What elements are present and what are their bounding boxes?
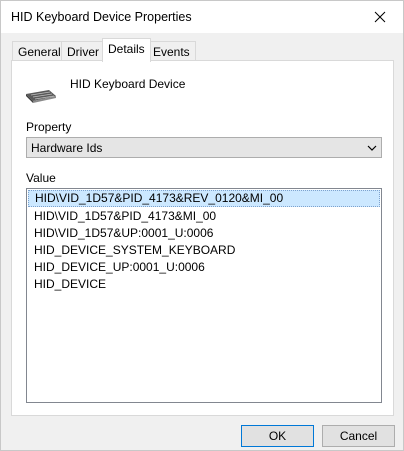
- list-item[interactable]: HID_DEVICE_SYSTEM_KEYBOARD: [28, 242, 380, 259]
- property-selected-value: Hardware Ids: [31, 141, 103, 155]
- tab-details[interactable]: Details: [102, 38, 151, 62]
- tab-events[interactable]: Events: [147, 41, 196, 60]
- close-button[interactable]: [357, 1, 403, 33]
- keyboard-icon: [26, 90, 56, 103]
- details-panel: HID Keyboard Device Property Hardware Id…: [11, 60, 394, 416]
- title-bar: HID Keyboard Device Properties: [1, 1, 403, 33]
- cancel-button[interactable]: Cancel: [322, 425, 395, 447]
- tab-driver[interactable]: Driver: [61, 41, 105, 60]
- list-item[interactable]: HID\VID_1D57&PID_4173&MI_00: [28, 208, 380, 225]
- device-name: HID Keyboard Device: [70, 77, 186, 91]
- list-item[interactable]: HID_DEVICE_UP:0001_U:0006: [28, 259, 380, 276]
- property-dropdown[interactable]: Hardware Ids: [26, 137, 382, 158]
- tab-strip: General Driver Details Events: [1, 33, 403, 62]
- value-listbox[interactable]: HID\VID_1D57&PID_4173&REV_0120&MI_00 HID…: [26, 188, 382, 403]
- tab-general[interactable]: General: [12, 41, 67, 60]
- chevron-down-icon: [367, 145, 377, 151]
- list-item[interactable]: HID\VID_1D57&PID_4173&REV_0120&MI_00: [28, 190, 380, 207]
- window-title: HID Keyboard Device Properties: [11, 10, 192, 24]
- properties-dialog: HID Keyboard Device Properties General D…: [0, 0, 404, 451]
- list-item[interactable]: HID_DEVICE: [28, 276, 380, 293]
- value-label: Value: [26, 171, 56, 185]
- list-item[interactable]: HID\VID_1D57&UP:0001_U:0006: [28, 225, 380, 242]
- ok-button[interactable]: OK: [241, 425, 314, 447]
- close-icon: [374, 11, 386, 23]
- property-label: Property: [26, 120, 72, 134]
